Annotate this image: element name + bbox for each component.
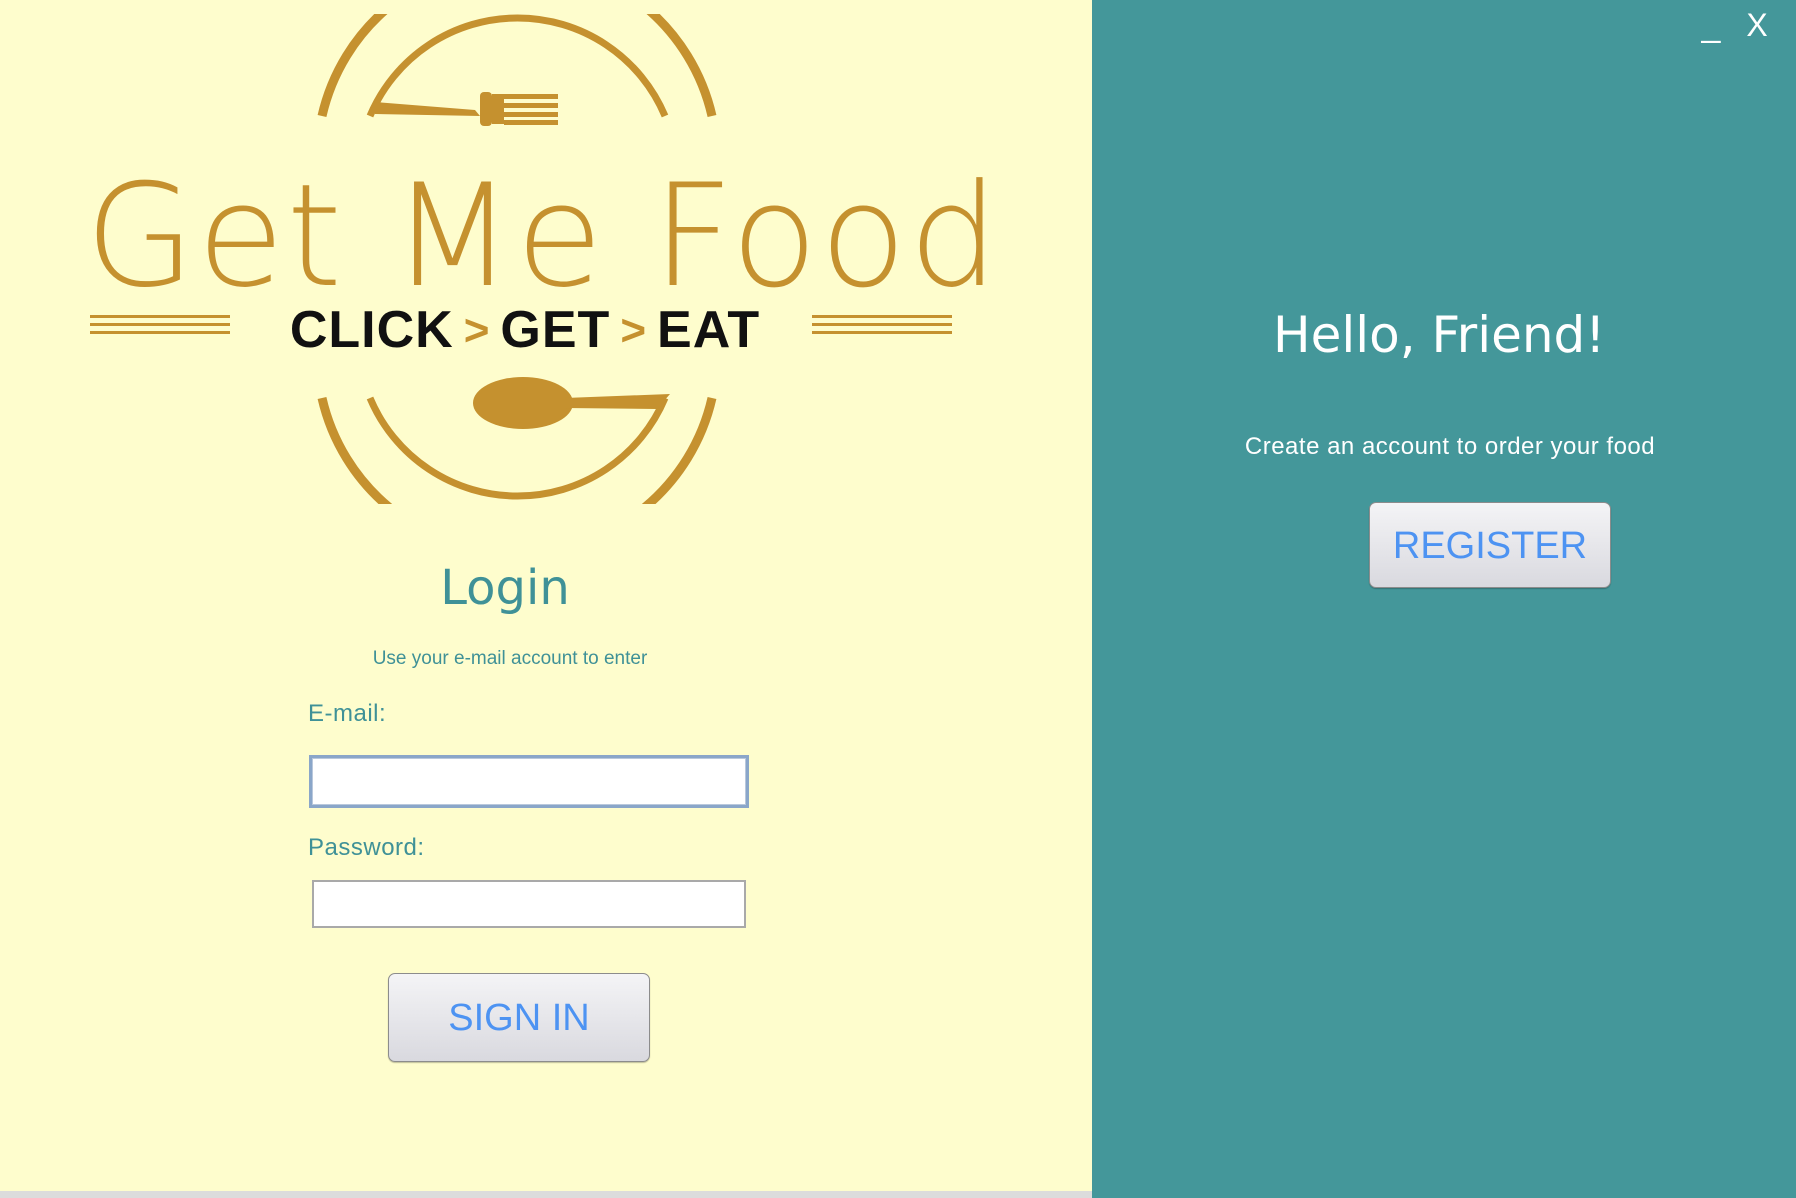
password-label: Password: xyxy=(308,834,425,861)
password-field[interactable] xyxy=(312,880,746,928)
bottom-divider xyxy=(0,1191,1092,1198)
register-button[interactable]: REGISTER xyxy=(1369,502,1611,588)
login-title: Login xyxy=(440,560,570,616)
chevron-right-icon: > xyxy=(620,306,648,355)
sign-in-button[interactable]: SIGN IN xyxy=(388,973,650,1062)
register-panel xyxy=(1092,0,1796,1198)
login-subtitle: Use your e-mail account to enter xyxy=(372,648,648,669)
tagline-eat: EAT xyxy=(657,301,761,359)
tagline-get: GET xyxy=(500,301,611,359)
login-panel: Get Me Food CLICK > GET > EAT Login Use your… xyxy=(0,0,1092,1191)
fork-icon xyxy=(375,92,558,126)
minimize-button[interactable]: _ xyxy=(1696,8,1726,42)
register-message: Create an account to order your food xyxy=(1244,433,1656,460)
chevron-right-icon: > xyxy=(463,306,491,355)
brand-tagline: CLICK > GET > EAT xyxy=(85,300,965,360)
spoon-icon xyxy=(473,377,670,429)
tagline-click: CLICK xyxy=(289,301,454,359)
email-field[interactable] xyxy=(309,755,749,808)
brand-name: Get Me Food xyxy=(85,154,1001,319)
close-button[interactable]: X xyxy=(1740,8,1774,42)
email-label: E-mail: xyxy=(308,700,387,727)
greeting-heading: Hello, Friend! xyxy=(1273,306,1606,364)
brand-logo: Get Me Food CLICK > GET > EAT xyxy=(85,14,1001,504)
